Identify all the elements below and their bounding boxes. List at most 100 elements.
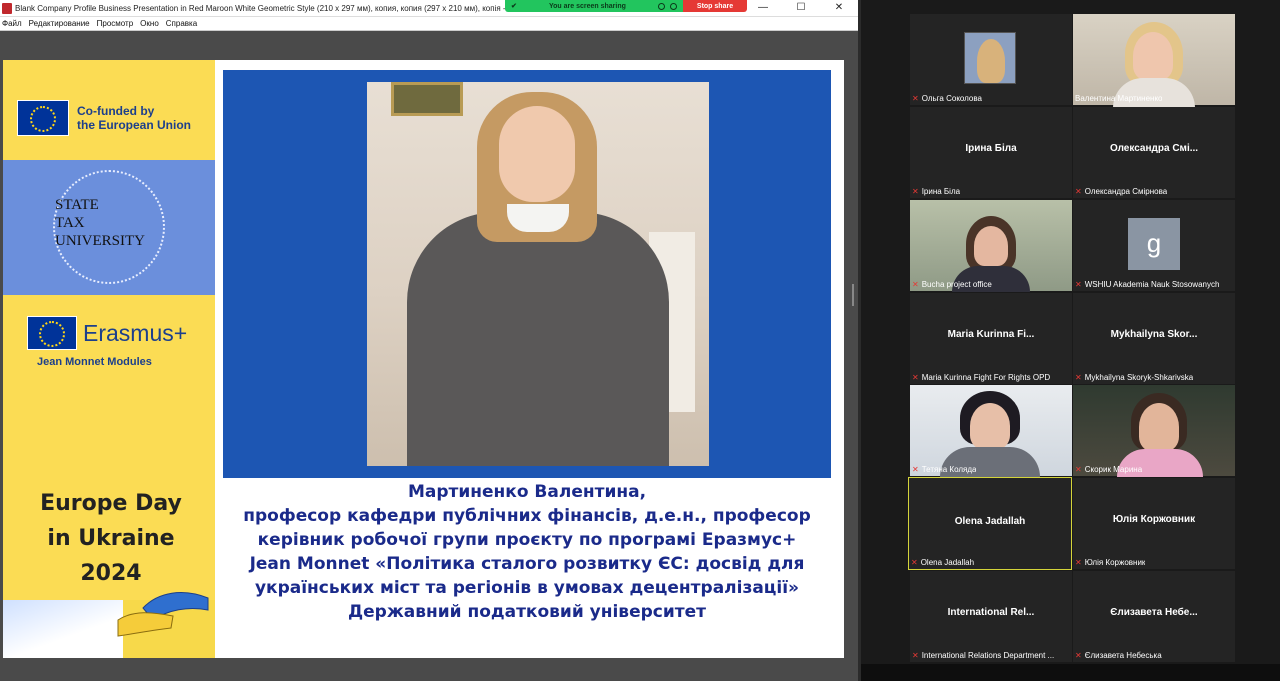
participant-name: Тетяна Коляда	[921, 465, 977, 474]
participant-name: Юлія Коржовник	[1084, 558, 1146, 567]
speaker-caption: Мартиненко Валентина, професор кафедри п…	[223, 480, 831, 624]
muted-mic-icon: ✕	[1075, 373, 1082, 382]
participant-tile[interactable]: Maria Kurinna Fi... ✕ Maria Kurinna Fight…	[910, 293, 1072, 384]
screen-share-bar: ✔ You are screen sharing Stop share	[505, 0, 747, 12]
stop-share-button[interactable]: Stop share	[683, 0, 747, 12]
participant-tile[interactable]: Mykhailyna Skor... ✕ Mykhailyna Skoryk-Sh…	[1073, 293, 1235, 384]
muted-mic-icon: ✕	[912, 187, 919, 196]
eu-cofunded-logo: Co-funded by the European Union	[17, 100, 191, 136]
muted-mic-icon: ✕	[912, 280, 919, 289]
university-logo-text: STATE TAX UNIVERSITY	[55, 196, 145, 250]
participant-name: Ольга Соколова	[921, 94, 982, 103]
window-scroll-handle[interactable]	[852, 284, 854, 306]
window-title: Blank Company Profile Business Presentat…	[15, 3, 514, 13]
erasmus-subtitle: Jean Monnet Modules	[37, 356, 152, 368]
participant-tile[interactable]: ✕ Скорик Марина	[1073, 385, 1235, 477]
caption-line: керівник робочої групи проєкту по програ…	[257, 530, 797, 550]
muted-mic-icon: ✕	[1075, 558, 1082, 567]
event-line1: Europe Day	[40, 491, 182, 516]
participant-tile-active-speaker[interactable]: Olena Jadallah ✕ Olena Jadallah	[908, 477, 1072, 570]
menu-window[interactable]: Окно	[140, 19, 159, 28]
participant-center-name: Юлія Коржовник	[1112, 514, 1196, 525]
presentation-slide: Co-funded by the European Union STATE TA…	[3, 60, 844, 658]
participant-video	[910, 200, 1072, 292]
erasmus-name: Erasmus+	[83, 319, 188, 346]
logo-word-university: UNIVERSITY	[55, 233, 145, 249]
muted-mic-icon: ✕	[1075, 465, 1082, 474]
muted-mic-icon: ✕	[1075, 651, 1082, 660]
handshake-icon	[117, 592, 209, 637]
share-status-text: You are screen sharing	[548, 2, 626, 10]
close-icon[interactable]: ✕	[820, 0, 858, 17]
window-controls: — ☐ ✕	[744, 0, 858, 17]
caption-line: професор кафедри публічних фінансів, д.е…	[243, 506, 811, 526]
speaker-photo	[367, 82, 709, 466]
participant-video	[1073, 14, 1235, 108]
minimize-icon[interactable]: —	[744, 0, 782, 17]
muted-mic-icon: ✕	[912, 373, 919, 382]
muted-mic-icon: ✕	[912, 465, 919, 474]
menu-file[interactable]: Файл	[2, 19, 22, 28]
eu-text-line2: the European Union	[77, 118, 191, 132]
participant-name: International Relations Department ...	[921, 651, 1055, 660]
erasmus-logo: Erasmus+ Jean Monnet Modules	[27, 316, 187, 368]
caption-line: Державний податковий університет	[347, 602, 706, 622]
muted-mic-icon: ✕	[911, 558, 918, 567]
participant-tile[interactable]: International Rel... ✕ International Rela…	[910, 571, 1072, 662]
participant-tile[interactable]: Юлія Коржовник ✕ Юлія Коржовник	[1073, 478, 1235, 569]
university-logo-panel: STATE TAX UNIVERSITY	[3, 160, 215, 295]
participant-video	[910, 385, 1072, 477]
muted-mic-icon: ✕	[1075, 280, 1082, 289]
participant-avatar: g	[1128, 218, 1180, 270]
participant-center-name: Олександра Смі...	[1109, 143, 1199, 154]
menu-edit[interactable]: Редактирование	[29, 19, 90, 28]
participant-name: Валентина Мартиненко	[1075, 94, 1163, 103]
participant-name: Maria Kurinna Fight For Rights OPD	[921, 373, 1051, 382]
menu-view[interactable]: Просмотр	[97, 19, 134, 28]
participant-name: Bucha project office	[921, 280, 992, 289]
participant-tile[interactable]: ✕ Ольга Соколова	[910, 14, 1072, 105]
event-line2: in Ukraine	[47, 526, 175, 551]
slide-left-column: Co-funded by the European Union STATE TA…	[3, 60, 215, 658]
eu-flag-icon	[27, 316, 77, 350]
participant-center-name: International Rel...	[947, 607, 1035, 618]
participant-name: Олександра Смірнова	[1084, 187, 1168, 196]
participant-center-name: Єлизавета Небе...	[1110, 607, 1198, 618]
participant-photo	[964, 32, 1016, 84]
participant-tile[interactable]: g ✕ WSHIU Akademia Nauk Stosowanych	[1073, 200, 1235, 291]
participant-video	[1073, 385, 1235, 477]
participant-tile[interactable]: ✕ Тетяна Коляда	[910, 385, 1072, 477]
eu-text-line1: Co-funded by	[77, 104, 155, 118]
menu-bar: Файл Редактирование Просмотр Окно Справк…	[0, 17, 858, 31]
participant-tile[interactable]: Єлизавета Небе... ✕ Єлизавета Небеська	[1073, 571, 1235, 662]
participant-center-name: Mykhailyna Skor...	[1110, 329, 1198, 340]
participant-name: Mykhailyna Skoryk-Shkarivska	[1084, 373, 1194, 382]
logo-word-state: STATE	[55, 197, 99, 213]
caption-line: Мартиненко Валентина,	[407, 482, 647, 502]
europe-day-title: Europe Day in Ukraine 2024	[11, 486, 211, 591]
muted-mic-icon: ✕	[912, 94, 919, 103]
speaker-photo-frame	[223, 70, 831, 478]
maximize-icon[interactable]: ☐	[782, 0, 820, 17]
participant-name: Скорик Марина	[1084, 465, 1143, 474]
caption-line: українських міст та регіонів в умовах де…	[254, 578, 800, 598]
shield-icon: ✔	[511, 3, 517, 10]
participant-name: WSHIU Akademia Nauk Stosowanych	[1084, 280, 1220, 289]
pdf-app-icon	[2, 2, 12, 14]
participant-center-name: Olena Jadallah	[954, 516, 1026, 527]
gallery-bottom-strip	[861, 664, 1280, 681]
pause-icon[interactable]	[658, 2, 665, 10]
participant-name: Olena Jadallah	[920, 558, 975, 567]
participant-tile[interactable]: ✕ Bucha project office	[910, 200, 1072, 292]
annotate-icon[interactable]	[670, 2, 677, 10]
screen: Blank Company Profile Business Presentat…	[0, 0, 1280, 681]
participant-name: Ірина Біла	[921, 187, 961, 196]
participant-tile[interactable]: Валентина Мартиненко	[1073, 14, 1235, 108]
participant-tile[interactable]: Ірина Біла ✕ Ірина Біла	[910, 107, 1072, 198]
muted-mic-icon: ✕	[1075, 187, 1082, 196]
participant-tile[interactable]: Олександра Смі... ✕ Олександра Смірнова	[1073, 107, 1235, 198]
share-controls	[658, 2, 677, 10]
eu-flag-icon	[17, 100, 69, 136]
video-gallery: ✕ Ольга Соколова Валентина Мартиненко Іри…	[861, 0, 1280, 681]
menu-help[interactable]: Справка	[166, 19, 197, 28]
